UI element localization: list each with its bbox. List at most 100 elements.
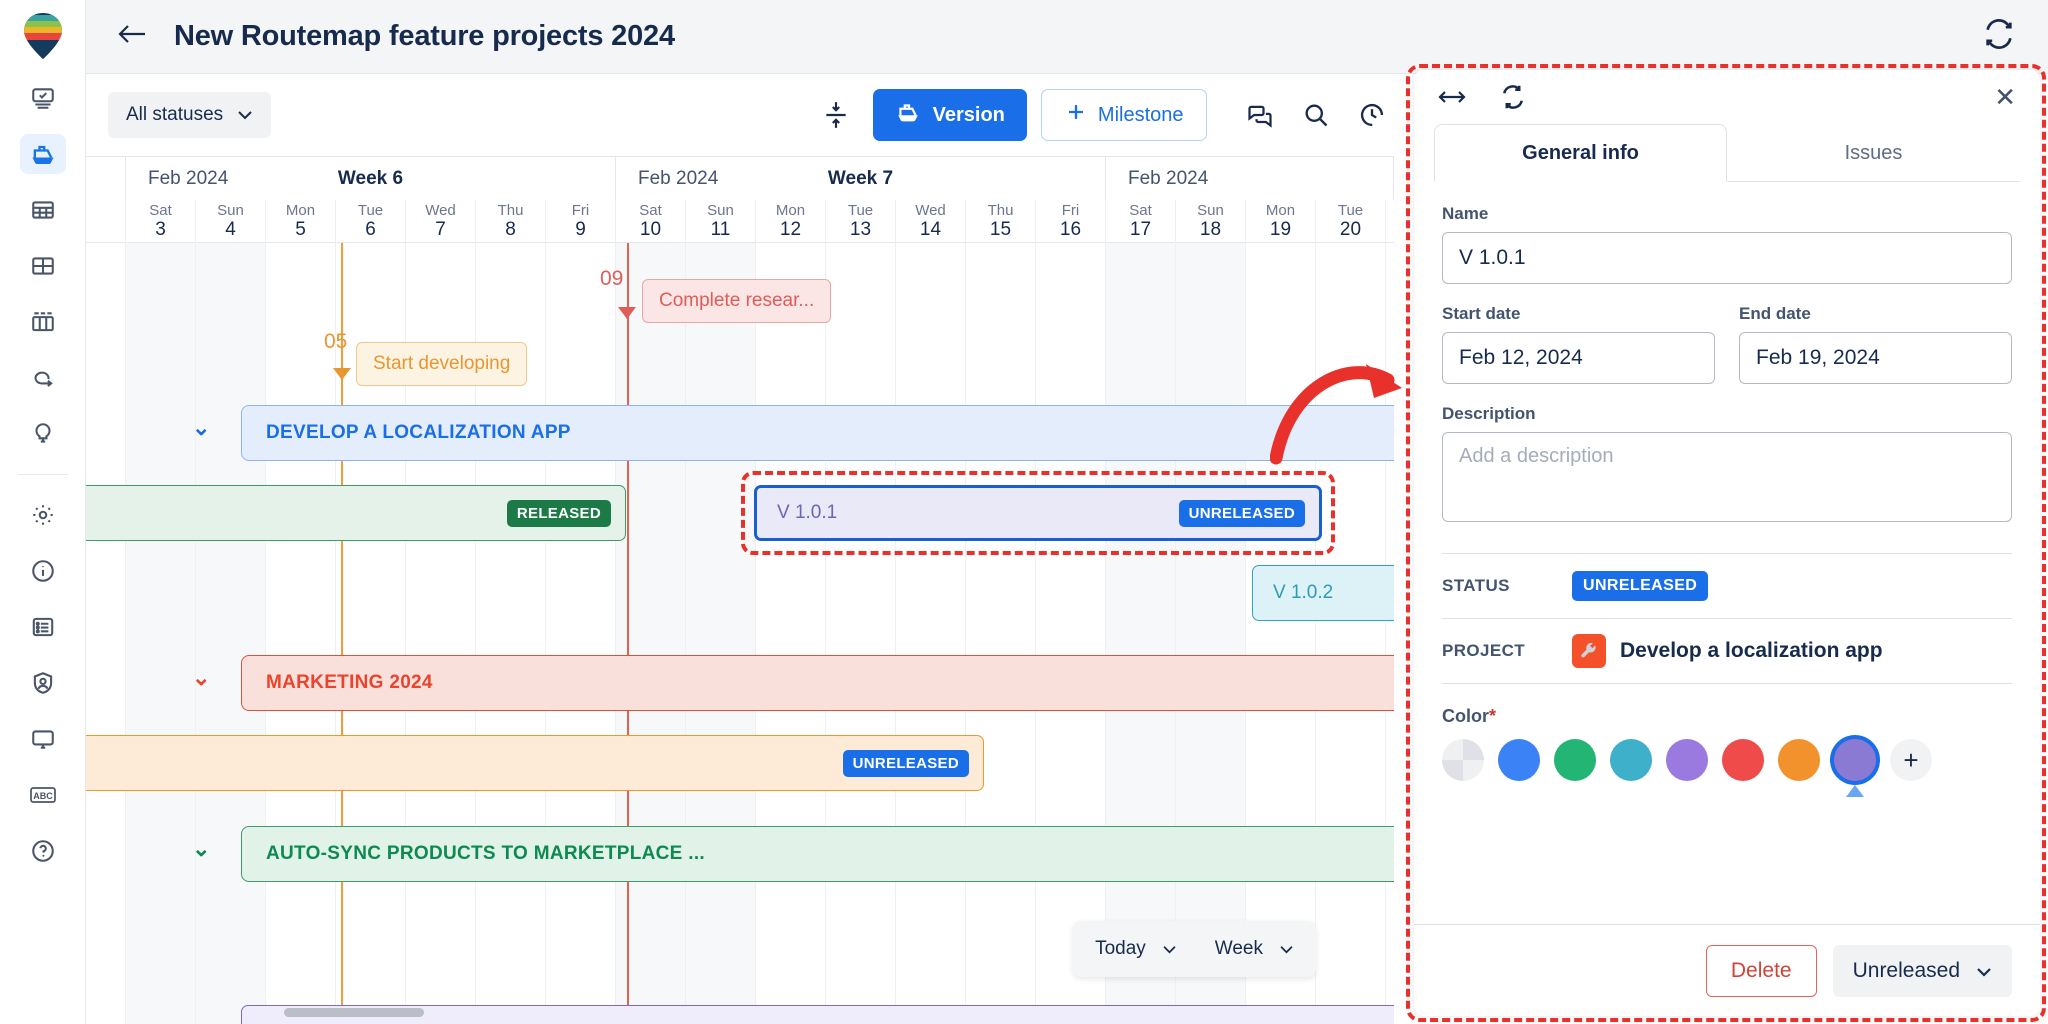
sidebar-item-workflow[interactable] bbox=[20, 358, 66, 398]
swatch-orange[interactable] bbox=[1778, 739, 1820, 781]
selected-color-caret bbox=[1846, 785, 1864, 797]
swatch-teal[interactable] bbox=[1610, 739, 1652, 781]
panel-tabs: General info Issues bbox=[1414, 124, 2040, 182]
gantt-week-label: Week 7 bbox=[828, 168, 893, 190]
swatch-red[interactable] bbox=[1722, 739, 1764, 781]
swatch-green[interactable] bbox=[1554, 739, 1596, 781]
swatch-none[interactable] bbox=[1442, 739, 1484, 781]
gantt-day-dow: Sat bbox=[1129, 202, 1152, 219]
app-logo[interactable] bbox=[15, 8, 71, 64]
gantt-bottom-controls: Today Week bbox=[1073, 921, 1316, 977]
swatch-add[interactable]: + bbox=[1890, 739, 1932, 781]
name-input[interactable] bbox=[1442, 232, 2012, 284]
group-row-marketing[interactable]: MARKETING 2024 ⋮ bbox=[241, 655, 1394, 711]
gantt-day-number: 10 bbox=[640, 219, 661, 241]
sync-icon[interactable] bbox=[1498, 82, 1528, 112]
description-textarea[interactable] bbox=[1442, 432, 2012, 522]
gantt-column bbox=[686, 243, 756, 1024]
chevron-down-icon bbox=[237, 104, 253, 126]
start-date-input[interactable] bbox=[1442, 332, 1715, 384]
sync-icon[interactable] bbox=[1982, 17, 2016, 56]
sidebar-item-list[interactable] bbox=[20, 607, 66, 647]
sidebar-item-ideas[interactable] bbox=[20, 414, 66, 454]
gantt-week-label: Week 6 bbox=[338, 168, 403, 190]
panel-divider bbox=[1442, 683, 2012, 684]
left-sidebar: ABC bbox=[0, 0, 86, 1024]
required-marker: * bbox=[1489, 706, 1496, 726]
group-collapse-toggle[interactable]: ⌄ bbox=[192, 665, 210, 691]
tab-general-info[interactable]: General info bbox=[1434, 124, 1727, 182]
milestone-day-number: 09 bbox=[600, 267, 623, 291]
color-label-text: Color bbox=[1442, 706, 1489, 726]
status-filter-dropdown[interactable]: All statuses bbox=[108, 92, 271, 138]
gantt-day-cell: Sat3 bbox=[126, 200, 196, 243]
collapse-vertical-icon[interactable] bbox=[813, 92, 859, 138]
milestone-label-start[interactable]: Start developing bbox=[356, 342, 527, 386]
gantt-column bbox=[546, 243, 616, 1024]
milestone-label-research[interactable]: Complete resear... bbox=[642, 279, 831, 323]
gantt-day-dow: Tue bbox=[848, 202, 873, 219]
gantt-column bbox=[1246, 243, 1316, 1024]
page-title: New Routemap feature projects 2024 bbox=[174, 20, 675, 53]
delete-button[interactable]: Delete bbox=[1706, 945, 1817, 997]
gantt-day-cell: Tue20 bbox=[1316, 200, 1386, 243]
gantt-column bbox=[126, 243, 196, 1024]
milestone-button-label: Milestone bbox=[1098, 104, 1184, 127]
version-bar-v101[interactable]: V 1.0.1 UNRELEASED bbox=[754, 485, 1322, 541]
group-collapse-toggle[interactable]: ⌄ bbox=[192, 836, 210, 862]
group-title: DEVELOP A LOCALIZATION APP bbox=[266, 422, 571, 444]
version-bar-unreleased-marketing[interactable]: UNRELEASED bbox=[86, 735, 984, 791]
group-row-autosync[interactable]: AUTO-SYNC PRODUCTS TO MARKETPLACE ... ⋮ bbox=[241, 826, 1394, 882]
status-badge[interactable]: UNRELEASED bbox=[1572, 571, 1708, 601]
sidebar-item-board[interactable] bbox=[20, 246, 66, 286]
sidebar-item-account[interactable] bbox=[20, 663, 66, 703]
swatch-violet[interactable] bbox=[1834, 739, 1876, 781]
gantt-column bbox=[756, 243, 826, 1024]
arrow-left-icon[interactable] bbox=[116, 21, 148, 53]
sidebar-item-tasks[interactable] bbox=[20, 78, 66, 118]
gantt-week-group: Feb 2024 Week 6 bbox=[126, 157, 616, 200]
gantt-week-group: Feb 2024 bbox=[1106, 157, 1394, 200]
swatch-purple[interactable] bbox=[1666, 739, 1708, 781]
gantt-day-cell: Sat10 bbox=[616, 200, 686, 243]
tab-label: Issues bbox=[1845, 142, 1903, 165]
sidebar-item-language[interactable]: ABC bbox=[20, 775, 66, 815]
expand-horizontal-icon[interactable] bbox=[1438, 88, 1466, 106]
milestone-marker-triangle bbox=[618, 307, 636, 319]
today-dropdown[interactable]: Today bbox=[1079, 927, 1193, 971]
add-milestone-button[interactable]: Milestone bbox=[1041, 89, 1207, 141]
sidebar-item-settings[interactable] bbox=[20, 495, 66, 535]
milestone-label-text: Start developing bbox=[373, 353, 510, 375]
color-field-label: Color* bbox=[1442, 706, 2012, 727]
add-version-button[interactable]: Version bbox=[873, 89, 1027, 141]
gantt-column bbox=[1316, 243, 1386, 1024]
gantt-day-dow: Thu bbox=[988, 202, 1014, 219]
version-bar-v102[interactable]: V 1.0.2 bbox=[1252, 565, 1394, 621]
comments-icon[interactable] bbox=[1237, 92, 1283, 138]
group-collapse-toggle[interactable]: ⌄ bbox=[192, 415, 210, 441]
range-dropdown[interactable]: Week bbox=[1199, 927, 1310, 971]
history-icon[interactable] bbox=[1349, 92, 1395, 138]
status-badge: RELEASED bbox=[507, 500, 611, 527]
search-icon[interactable] bbox=[1293, 92, 1339, 138]
tab-issues[interactable]: Issues bbox=[1727, 124, 2020, 182]
end-date-input[interactable] bbox=[1739, 332, 2012, 384]
version-bar-released[interactable]: RELEASED bbox=[86, 485, 626, 541]
sidebar-item-columns[interactable] bbox=[20, 302, 66, 342]
gantt-day-number: 19 bbox=[1270, 219, 1291, 241]
sidebar-item-info[interactable] bbox=[20, 551, 66, 591]
tab-label: General info bbox=[1522, 142, 1639, 165]
status-select-dropdown[interactable]: Unreleased bbox=[1833, 945, 2012, 997]
gantt-day-cell: Sun4 bbox=[196, 200, 266, 243]
swatch-blue[interactable] bbox=[1498, 739, 1540, 781]
close-icon[interactable]: ✕ bbox=[1994, 84, 2016, 110]
horizontal-scrollbar[interactable] bbox=[86, 1005, 1394, 1019]
sidebar-item-roadmap[interactable] bbox=[20, 134, 66, 174]
plus-icon bbox=[1064, 100, 1088, 130]
group-row-develop-localization[interactable]: DEVELOP A LOCALIZATION APP ⋮ bbox=[241, 405, 1394, 461]
sidebar-item-table[interactable] bbox=[20, 190, 66, 230]
gantt-day-cell: Tue6 bbox=[336, 200, 406, 243]
sidebar-item-help[interactable] bbox=[20, 831, 66, 871]
scrollbar-thumb[interactable] bbox=[284, 1008, 424, 1017]
sidebar-item-display[interactable] bbox=[20, 719, 66, 759]
